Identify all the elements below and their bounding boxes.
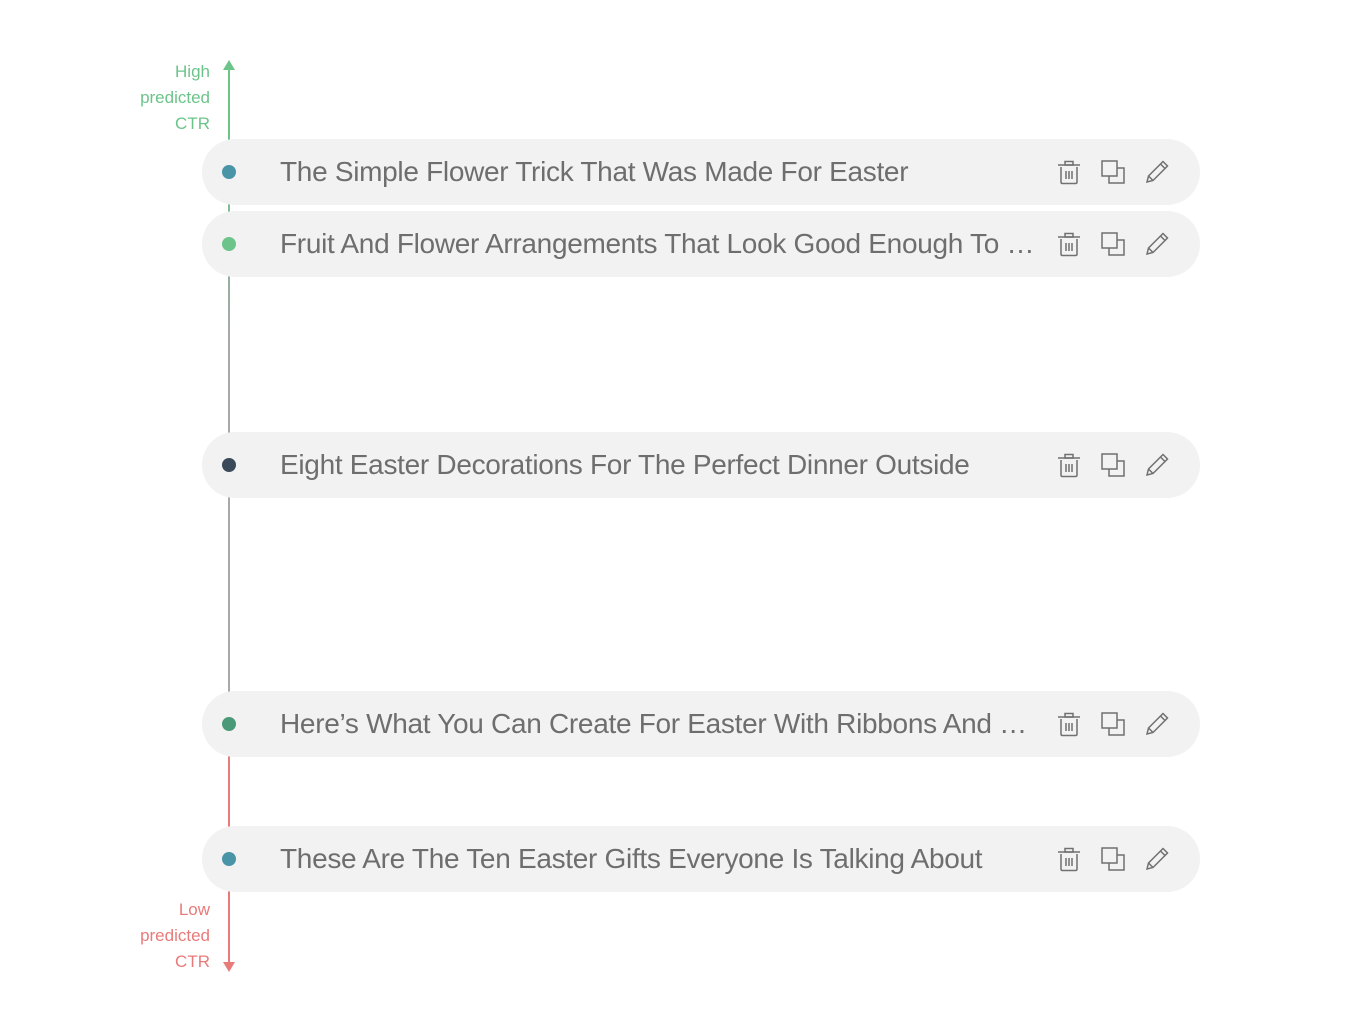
- headline-title[interactable]: These Are The Ten Easter Gifts Everyone …: [280, 843, 1040, 875]
- headline-card[interactable]: The Simple Flower Trick That Was Made Fo…: [202, 139, 1200, 205]
- status-dot: [222, 852, 236, 866]
- trash-icon: [1058, 160, 1080, 185]
- headline-actions: [1054, 450, 1172, 480]
- duplicate-icon: [1101, 847, 1125, 871]
- high-ctr-label: High predicted CTR: [140, 59, 210, 137]
- edit-button[interactable]: [1142, 157, 1172, 187]
- headline-title[interactable]: Fruit And Flower Arrangements That Look …: [280, 228, 1040, 260]
- headline-title[interactable]: The Simple Flower Trick That Was Made Fo…: [280, 156, 1040, 188]
- trash-icon: [1058, 847, 1080, 872]
- duplicate-button[interactable]: [1098, 709, 1128, 739]
- headline-card[interactable]: Fruit And Flower Arrangements That Look …: [202, 211, 1200, 277]
- status-dot: [222, 458, 236, 472]
- arrow-down-icon: [223, 962, 235, 972]
- duplicate-button[interactable]: [1098, 450, 1128, 480]
- low-ctr-label: Low predicted CTR: [140, 897, 210, 975]
- headline-actions: [1054, 844, 1172, 874]
- duplicate-icon: [1101, 160, 1125, 184]
- delete-button[interactable]: [1054, 450, 1084, 480]
- trash-icon: [1058, 453, 1080, 478]
- low-label-line: CTR: [175, 952, 210, 971]
- delete-button[interactable]: [1054, 709, 1084, 739]
- duplicate-icon: [1101, 712, 1125, 736]
- headline-title[interactable]: Here’s What You Can Create For Easter Wi…: [280, 708, 1040, 740]
- edit-button[interactable]: [1142, 709, 1172, 739]
- headline-card[interactable]: Here’s What You Can Create For Easter Wi…: [202, 691, 1200, 757]
- pencil-icon: [1145, 453, 1169, 477]
- status-dot: [222, 165, 236, 179]
- duplicate-icon: [1101, 232, 1125, 256]
- headline-actions: [1054, 157, 1172, 187]
- delete-button[interactable]: [1054, 844, 1084, 874]
- trash-icon: [1058, 232, 1080, 257]
- duplicate-button[interactable]: [1098, 157, 1128, 187]
- low-label-line: Low: [178, 900, 210, 919]
- edit-button[interactable]: [1142, 450, 1172, 480]
- headline-title[interactable]: Eight Easter Decorations For The Perfect…: [280, 449, 1040, 481]
- headline-actions: [1054, 709, 1172, 739]
- status-dot: [222, 237, 236, 251]
- duplicate-button[interactable]: [1098, 844, 1128, 874]
- pencil-icon: [1145, 232, 1169, 256]
- duplicate-icon: [1101, 453, 1125, 477]
- pencil-icon: [1145, 712, 1169, 736]
- pencil-icon: [1145, 847, 1169, 871]
- high-label-line: CTR: [175, 114, 210, 133]
- headline-actions: [1054, 229, 1172, 259]
- edit-button[interactable]: [1142, 844, 1172, 874]
- delete-button[interactable]: [1054, 229, 1084, 259]
- pencil-icon: [1145, 160, 1169, 184]
- trash-icon: [1058, 712, 1080, 737]
- delete-button[interactable]: [1054, 157, 1084, 187]
- headline-card[interactable]: These Are The Ten Easter Gifts Everyone …: [202, 826, 1200, 892]
- headline-card[interactable]: Eight Easter Decorations For The Perfect…: [202, 432, 1200, 498]
- edit-button[interactable]: [1142, 229, 1172, 259]
- duplicate-button[interactable]: [1098, 229, 1128, 259]
- high-label-line: predicted: [140, 88, 210, 107]
- arrow-up-icon: [223, 60, 235, 70]
- low-label-line: predicted: [140, 926, 210, 945]
- status-dot: [222, 717, 236, 731]
- high-label-line: High: [175, 62, 210, 81]
